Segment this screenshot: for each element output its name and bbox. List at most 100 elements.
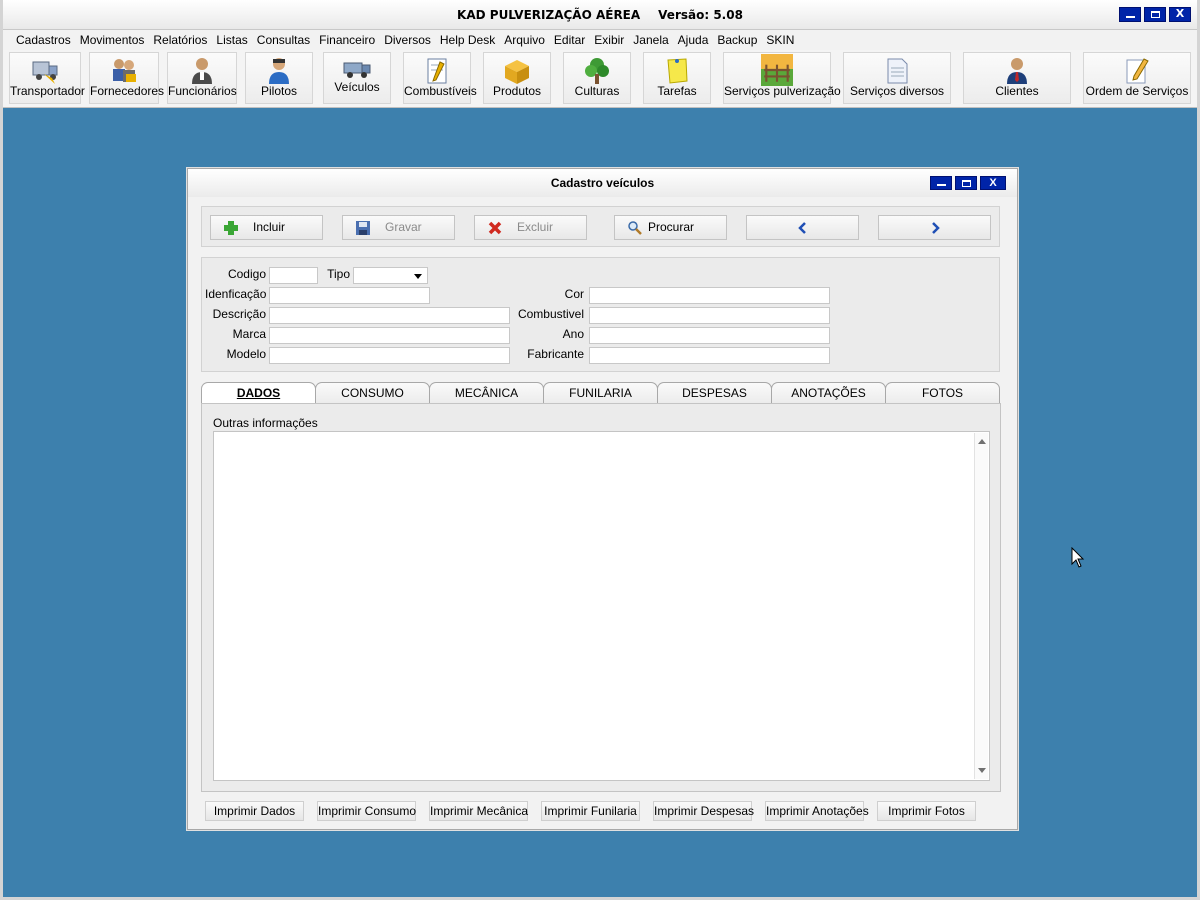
toolbar-label: Serviços pulverização: [724, 84, 841, 98]
tab-anotacoes[interactable]: ANOTAÇÕES: [771, 382, 886, 403]
close-button[interactable]: X: [1169, 7, 1191, 22]
toolbar-ordem-servicos-button[interactable]: Ordem de Serviços: [1083, 52, 1191, 104]
toolbar-combustiveis-button[interactable]: Combustíveis: [403, 52, 477, 104]
close-icon: X: [989, 177, 997, 189]
imprimir-funilaria-button[interactable]: Imprimir Funilaria: [541, 801, 640, 821]
toolbar-clientes-button[interactable]: Clientes: [963, 52, 1071, 104]
modelo-label: Modelo: [226, 347, 266, 361]
dialog-maximize-button[interactable]: [955, 176, 977, 190]
menu-listas[interactable]: Listas: [216, 33, 247, 47]
gravar-button[interactable]: Gravar: [342, 215, 455, 240]
tipo-select[interactable]: [353, 267, 428, 284]
memo-scrollbar[interactable]: [974, 433, 988, 779]
combustivel-field[interactable]: [589, 307, 830, 324]
main-title-bar: KAD PULVERIZAÇÃO AÉREA Versão: 5.08 X: [3, 0, 1197, 30]
excluir-label: Excluir: [517, 220, 554, 234]
dialog-title-bar: Cadastro veículos X: [188, 169, 1017, 197]
save-icon: [356, 221, 370, 235]
sticky-note-icon: [667, 58, 688, 84]
menu-arquivo[interactable]: Arquivo: [504, 33, 545, 47]
minimize-button[interactable]: [1119, 7, 1141, 22]
toolbar-veiculos-button[interactable]: Veículos: [323, 52, 391, 104]
codigo-field[interactable]: [269, 267, 318, 284]
toolbar-servicos-pulverizacao-button[interactable]: Serviços pulverização: [723, 52, 841, 104]
client-icon: [1007, 58, 1027, 84]
menu-diversos[interactable]: Diversos: [384, 33, 431, 47]
imprimir-mecanica-button[interactable]: Imprimir Mecânica: [429, 801, 528, 821]
marca-label: Marca: [232, 327, 266, 341]
imprimir-despesas-button[interactable]: Imprimir Despesas: [653, 801, 754, 821]
toolbar-label: Produtos: [492, 84, 542, 98]
incluir-button[interactable]: Incluir: [210, 215, 323, 240]
imprimir-dados-button[interactable]: Imprimir Dados: [205, 801, 304, 821]
menu-editar[interactable]: Editar: [554, 33, 585, 47]
document-icon: [887, 58, 908, 84]
fabricante-field[interactable]: [589, 347, 830, 364]
toolbar-funcionarios-button[interactable]: Funcionários: [167, 52, 237, 104]
dialog-close-button[interactable]: X: [980, 176, 1006, 190]
imprimir-fotos-button[interactable]: Imprimir Fotos: [877, 801, 976, 821]
menu-consultas[interactable]: Consultas: [257, 33, 310, 47]
menu-bar: Cadastros Movimentos Relatórios Listas C…: [3, 30, 1197, 50]
tab-funilaria[interactable]: FUNILARIA: [543, 382, 658, 403]
imprimir-consumo-button[interactable]: Imprimir Consumo: [317, 801, 416, 821]
main-window: KAD PULVERIZAÇÃO AÉREA Versão: 5.08 X Cad…: [0, 0, 1200, 900]
menu-movimentos[interactable]: Movimentos: [80, 33, 145, 47]
maximize-button[interactable]: [1144, 7, 1166, 22]
cor-field[interactable]: [589, 287, 830, 304]
toolbar-label: Combustíveis: [404, 84, 477, 98]
menu-ajuda[interactable]: Ajuda: [678, 33, 709, 47]
outras-informacoes-label: Outras informações: [213, 416, 318, 430]
outras-informacoes-textarea[interactable]: [213, 431, 990, 781]
menu-janela[interactable]: Janela: [633, 33, 668, 47]
chevron-left-icon: [798, 222, 806, 234]
menu-cadastros[interactable]: Cadastros: [16, 33, 71, 47]
toolbar-produtos-button[interactable]: Produtos: [483, 52, 551, 104]
toolbar-label: Transportador: [10, 84, 85, 98]
toolbar-label: Ordem de Serviços: [1085, 84, 1189, 98]
dialog-title: Cadastro veículos: [550, 176, 655, 190]
descricao-field[interactable]: [269, 307, 510, 324]
toolbar-tarefas-button[interactable]: Tarefas: [643, 52, 711, 104]
tab-despesas[interactable]: DESPESAS: [657, 382, 772, 403]
ano-field[interactable]: [589, 327, 830, 344]
fabricante-label: Fabricante: [527, 347, 584, 361]
tab-dados[interactable]: DADOS: [201, 382, 316, 403]
modelo-field[interactable]: [269, 347, 510, 364]
codigo-label: Codigo: [227, 267, 266, 281]
tab-fotos[interactable]: FOTOS: [885, 382, 1000, 403]
identificacao-field[interactable]: [269, 287, 430, 304]
toolbar-pilotos-button[interactable]: Pilotos: [245, 52, 313, 104]
toolbar-transportador-button[interactable]: Transportador: [9, 52, 85, 104]
scroll-down-icon[interactable]: [978, 768, 986, 773]
marca-field[interactable]: [269, 327, 510, 344]
imprimir-anotacoes-button[interactable]: Imprimir Anotações: [765, 801, 869, 821]
menu-relatorios[interactable]: Relatórios: [153, 33, 207, 47]
toolbar-fornecedores-button[interactable]: Fornecedores: [89, 52, 164, 104]
truck-icon: [32, 61, 58, 84]
identificacao-label: Idenficação: [205, 287, 267, 301]
dialog-minimize-button[interactable]: [930, 176, 952, 190]
toolbar-label: Serviços diversos: [849, 84, 945, 98]
previous-record-button[interactable]: [746, 215, 859, 240]
menu-financeiro[interactable]: Financeiro: [319, 33, 375, 47]
excluir-button[interactable]: Excluir: [474, 215, 587, 240]
menu-skin[interactable]: SKIN: [766, 33, 794, 47]
vehicle-form: Codigo Tipo Idenficação Descrição Marca …: [201, 257, 1000, 372]
field-icon: [761, 54, 793, 86]
employee-icon: [192, 58, 212, 84]
procurar-button[interactable]: Procurar: [614, 215, 727, 240]
tab-mecanica[interactable]: MECÂNICA: [429, 382, 544, 403]
pilot-icon: [269, 58, 289, 84]
print-buttons-bar: Imprimir Dados Imprimir Consumo Imprimir…: [201, 801, 1001, 823]
menu-help-desk[interactable]: Help Desk: [440, 33, 495, 47]
next-record-button[interactable]: [878, 215, 991, 240]
toolbar-servicos-diversos-button[interactable]: Serviços diversos: [843, 52, 951, 104]
action-bar: Incluir Gravar Excluir Procurar: [201, 206, 1000, 247]
descricao-label: Descrição: [212, 307, 266, 321]
menu-backup[interactable]: Backup: [717, 33, 757, 47]
menu-exibir[interactable]: Exibir: [594, 33, 624, 47]
scroll-up-icon[interactable]: [978, 439, 986, 444]
toolbar-culturas-button[interactable]: Culturas: [563, 52, 631, 104]
tab-consumo[interactable]: CONSUMO: [315, 382, 430, 403]
